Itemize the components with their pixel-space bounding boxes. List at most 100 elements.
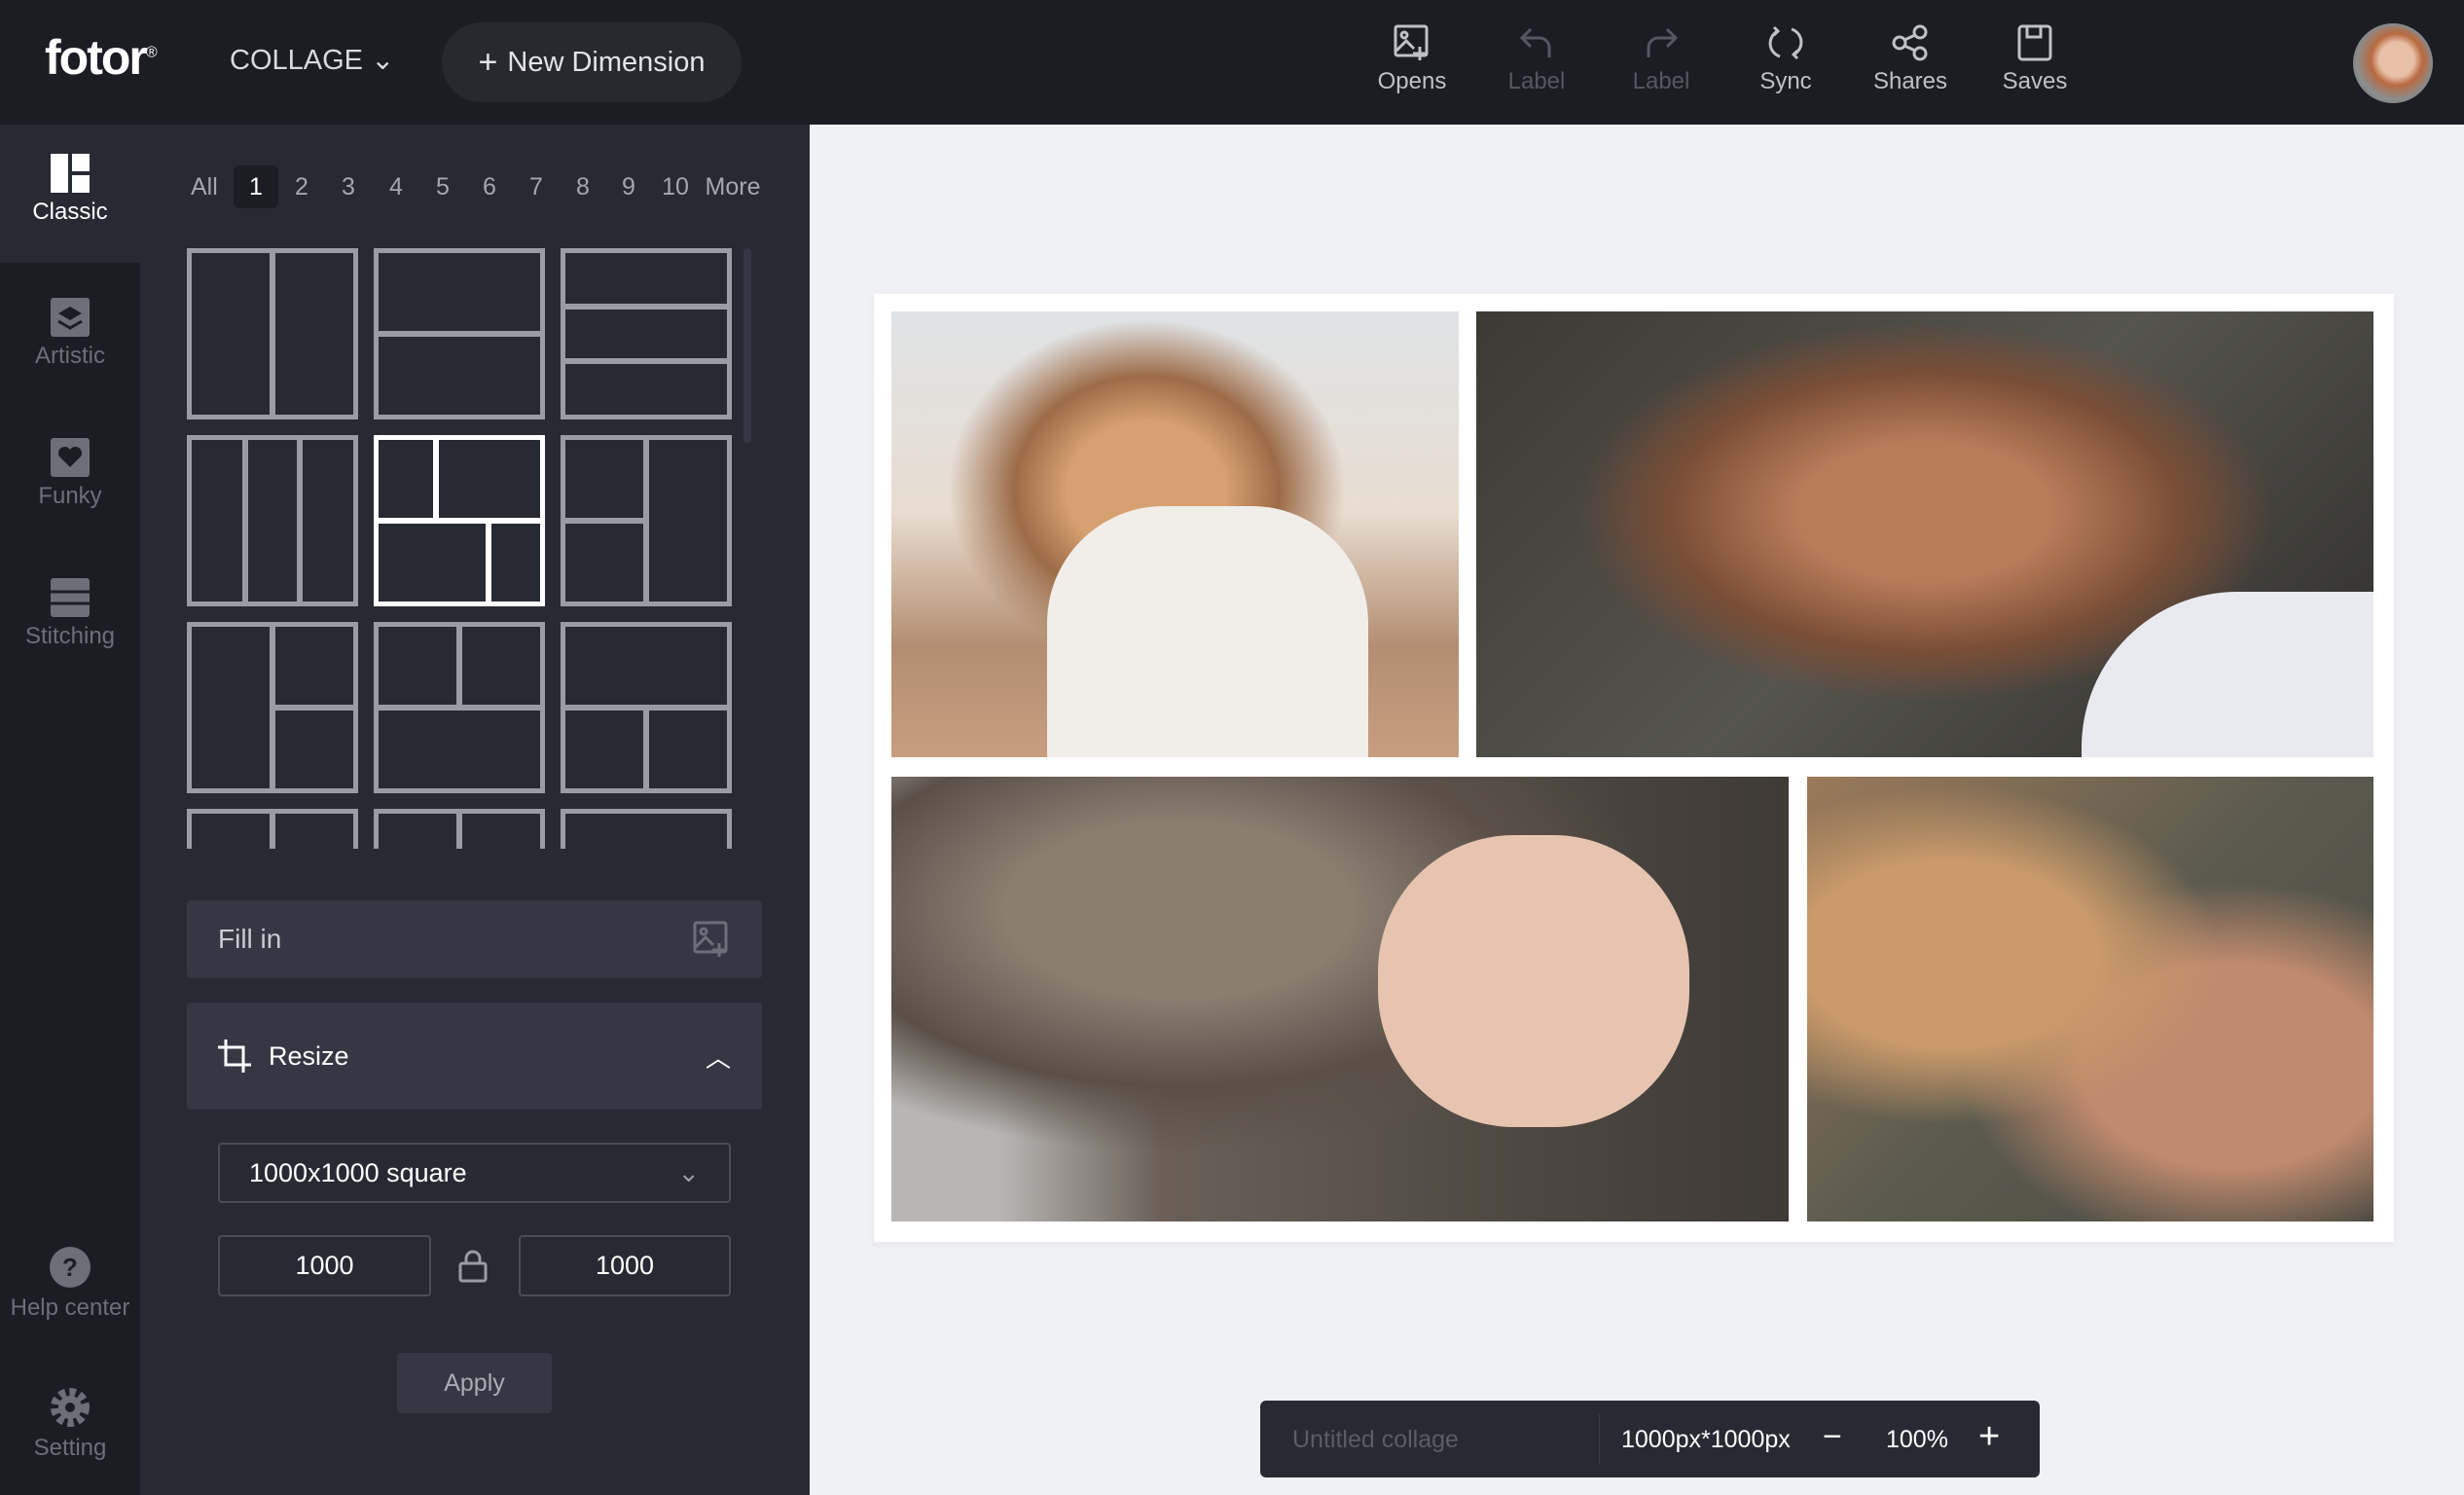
layout-grid [187, 241, 763, 849]
redo-icon [1647, 27, 1679, 57]
save-button[interactable]: Saves [1981, 23, 2088, 95]
photo-cat[interactable] [891, 777, 1789, 1222]
chevron-down-icon: ⌄ [677, 1157, 700, 1187]
page-tab-4[interactable]: 4 [384, 165, 408, 208]
zoom-in-button[interactable]: + [1978, 1416, 2000, 1458]
page-tab-1[interactable]: 1 [234, 165, 278, 208]
rail-label: Funky [38, 483, 102, 509]
layout-option[interactable] [374, 622, 545, 793]
sync-button[interactable]: Sync [1732, 23, 1839, 95]
resize-section-header[interactable]: Resize ︿ [187, 1003, 762, 1110]
registered-mark: ® [145, 44, 158, 61]
save-icon [2017, 24, 2052, 61]
width-input[interactable]: 1000 [218, 1235, 431, 1296]
layers-icon [51, 298, 90, 337]
photo-hands-ring[interactable] [1476, 311, 2373, 757]
heart-icon [51, 438, 90, 477]
opens-button[interactable]: Opens [1359, 23, 1466, 95]
layout-option[interactable] [561, 435, 732, 606]
image-add-icon [1394, 24, 1429, 60]
collage-canvas [874, 294, 2394, 1242]
size-preset-dropdown[interactable]: 1000x1000 square ⌄ [218, 1143, 731, 1203]
layout-option[interactable] [187, 809, 358, 849]
photo-mother-child[interactable] [891, 311, 1459, 757]
rail-item-funky[interactable]: Funky [0, 438, 140, 510]
crop-icon [218, 1039, 251, 1073]
user-avatar[interactable] [2353, 23, 2433, 103]
new-dimension-button[interactable]: + New Dimension [442, 22, 742, 102]
photo-couple[interactable] [1807, 777, 2373, 1222]
fill-in-label: Fill in [218, 924, 282, 954]
layout-scrollbar[interactable] [743, 248, 751, 443]
page-tab-6[interactable]: 6 [478, 165, 501, 208]
tool-label: Sync [1759, 68, 1812, 94]
rail-label: Artistic [35, 343, 105, 369]
divider [1599, 1414, 1600, 1465]
layout-option[interactable] [561, 622, 732, 793]
rail-label: Stitching [24, 623, 116, 649]
zoom-out-button[interactable]: − [1823, 1418, 1842, 1456]
tool-label: Shares [1872, 68, 1948, 94]
layout-option[interactable] [561, 248, 732, 419]
plus-icon: + [478, 43, 498, 81]
undo-button[interactable]: Label [1483, 23, 1590, 95]
layout-option[interactable] [187, 248, 358, 419]
layout-icon [51, 154, 90, 193]
page-tab-5[interactable]: 5 [431, 165, 454, 208]
share-button[interactable]: Shares [1857, 23, 1964, 95]
redo-button[interactable]: Label [1608, 23, 1715, 95]
height-input[interactable]: 1000 [519, 1235, 731, 1296]
page-tab-10[interactable]: 10 [660, 165, 691, 208]
help-icon: ? [50, 1247, 91, 1288]
size-preset-value: 1000x1000 square [249, 1157, 467, 1187]
zoom-level: 100% [1886, 1426, 1948, 1453]
tool-label: Opens [1377, 68, 1447, 94]
resize-label: Resize [269, 1040, 349, 1071]
layout-option-selected[interactable] [374, 435, 545, 606]
stitching-icon [51, 578, 90, 617]
page-tab-7[interactable]: 7 [525, 165, 548, 208]
fotor-logo[interactable]: fotor® [45, 29, 158, 86]
layout-option[interactable] [561, 809, 732, 849]
setting-button[interactable]: Setting [0, 1386, 140, 1462]
page-tab-8[interactable]: 8 [571, 165, 595, 208]
apply-button[interactable]: Apply [397, 1353, 552, 1413]
page-tab-all[interactable]: All [191, 165, 218, 208]
page-tab-2[interactable]: 2 [290, 165, 313, 208]
rail-label: Setting [33, 1435, 107, 1461]
sync-icon [1768, 25, 1803, 60]
new-dimension-label: New Dimension [507, 46, 706, 78]
page-tab-more[interactable]: More [701, 165, 765, 208]
tool-label: Label [1507, 68, 1566, 94]
rail-item-artistic[interactable]: Artistic [0, 298, 140, 370]
bottom-status-bar: Untitled collage 1000px*1000px − 100% + [1260, 1401, 2040, 1477]
rail-item-stitching[interactable]: Stitching [0, 578, 140, 650]
tool-label: Label [1632, 68, 1690, 94]
layout-option[interactable] [374, 248, 545, 419]
undo-icon [1519, 27, 1551, 57]
lock-icon[interactable] [457, 1250, 489, 1283]
rail-label: Classic [32, 199, 108, 225]
layout-option[interactable] [187, 622, 358, 793]
logo-text: fotor [45, 30, 148, 85]
fill-in-button[interactable]: Fill in [187, 900, 762, 978]
share-icon [1892, 24, 1928, 61]
chevron-up-icon: ︿ [705, 1042, 731, 1073]
layout-option[interactable] [187, 435, 358, 606]
category-rail: Classic Artistic Funky Stitching ? Help c… [0, 125, 140, 1495]
mode-dropdown[interactable]: COLLAGE ⌄ [230, 43, 394, 77]
page-tab-3[interactable]: 3 [337, 165, 360, 208]
help-center-button[interactable]: ? Help center [0, 1246, 140, 1322]
gear-icon [51, 1388, 90, 1427]
layout-option[interactable] [374, 809, 545, 849]
chevron-down-icon: ⌄ [371, 45, 395, 76]
rail-item-classic[interactable]: Classic [0, 125, 140, 263]
page-tab-9[interactable]: 9 [617, 165, 640, 208]
collage-title-input[interactable]: Untitled collage [1292, 1426, 1459, 1454]
canvas-dimensions: 1000px*1000px [1621, 1426, 1791, 1453]
mode-label: COLLAGE [230, 45, 363, 76]
tool-label: Saves [2002, 68, 2068, 94]
image-add-icon [693, 921, 728, 957]
rail-label: Help center [10, 1294, 130, 1321]
svg-text:?: ? [62, 1253, 78, 1282]
